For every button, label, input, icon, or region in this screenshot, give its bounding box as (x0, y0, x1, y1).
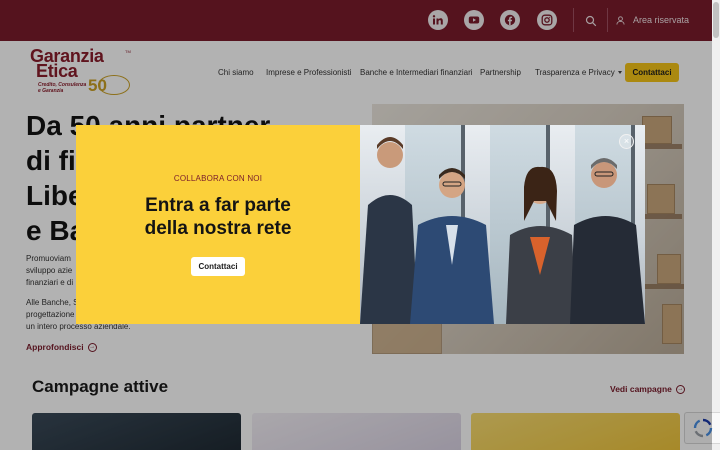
close-icon[interactable]: × (619, 134, 634, 149)
modal-contattaci-button[interactable]: Contattaci (191, 257, 245, 276)
scrollbar[interactable] (712, 0, 720, 450)
modal-image (360, 125, 645, 324)
team-photo (360, 137, 645, 324)
scrollbar-thumb[interactable] (713, 2, 719, 38)
modal-kicker: COLLABORA CON NOI (173, 174, 263, 183)
modal-title: Entra a far parte della nostra rete (144, 195, 292, 239)
modal-content: COLLABORA CON NOI Entra a far parte dell… (76, 125, 360, 324)
collaboration-modal: COLLABORA CON NOI Entra a far parte dell… (76, 125, 645, 324)
